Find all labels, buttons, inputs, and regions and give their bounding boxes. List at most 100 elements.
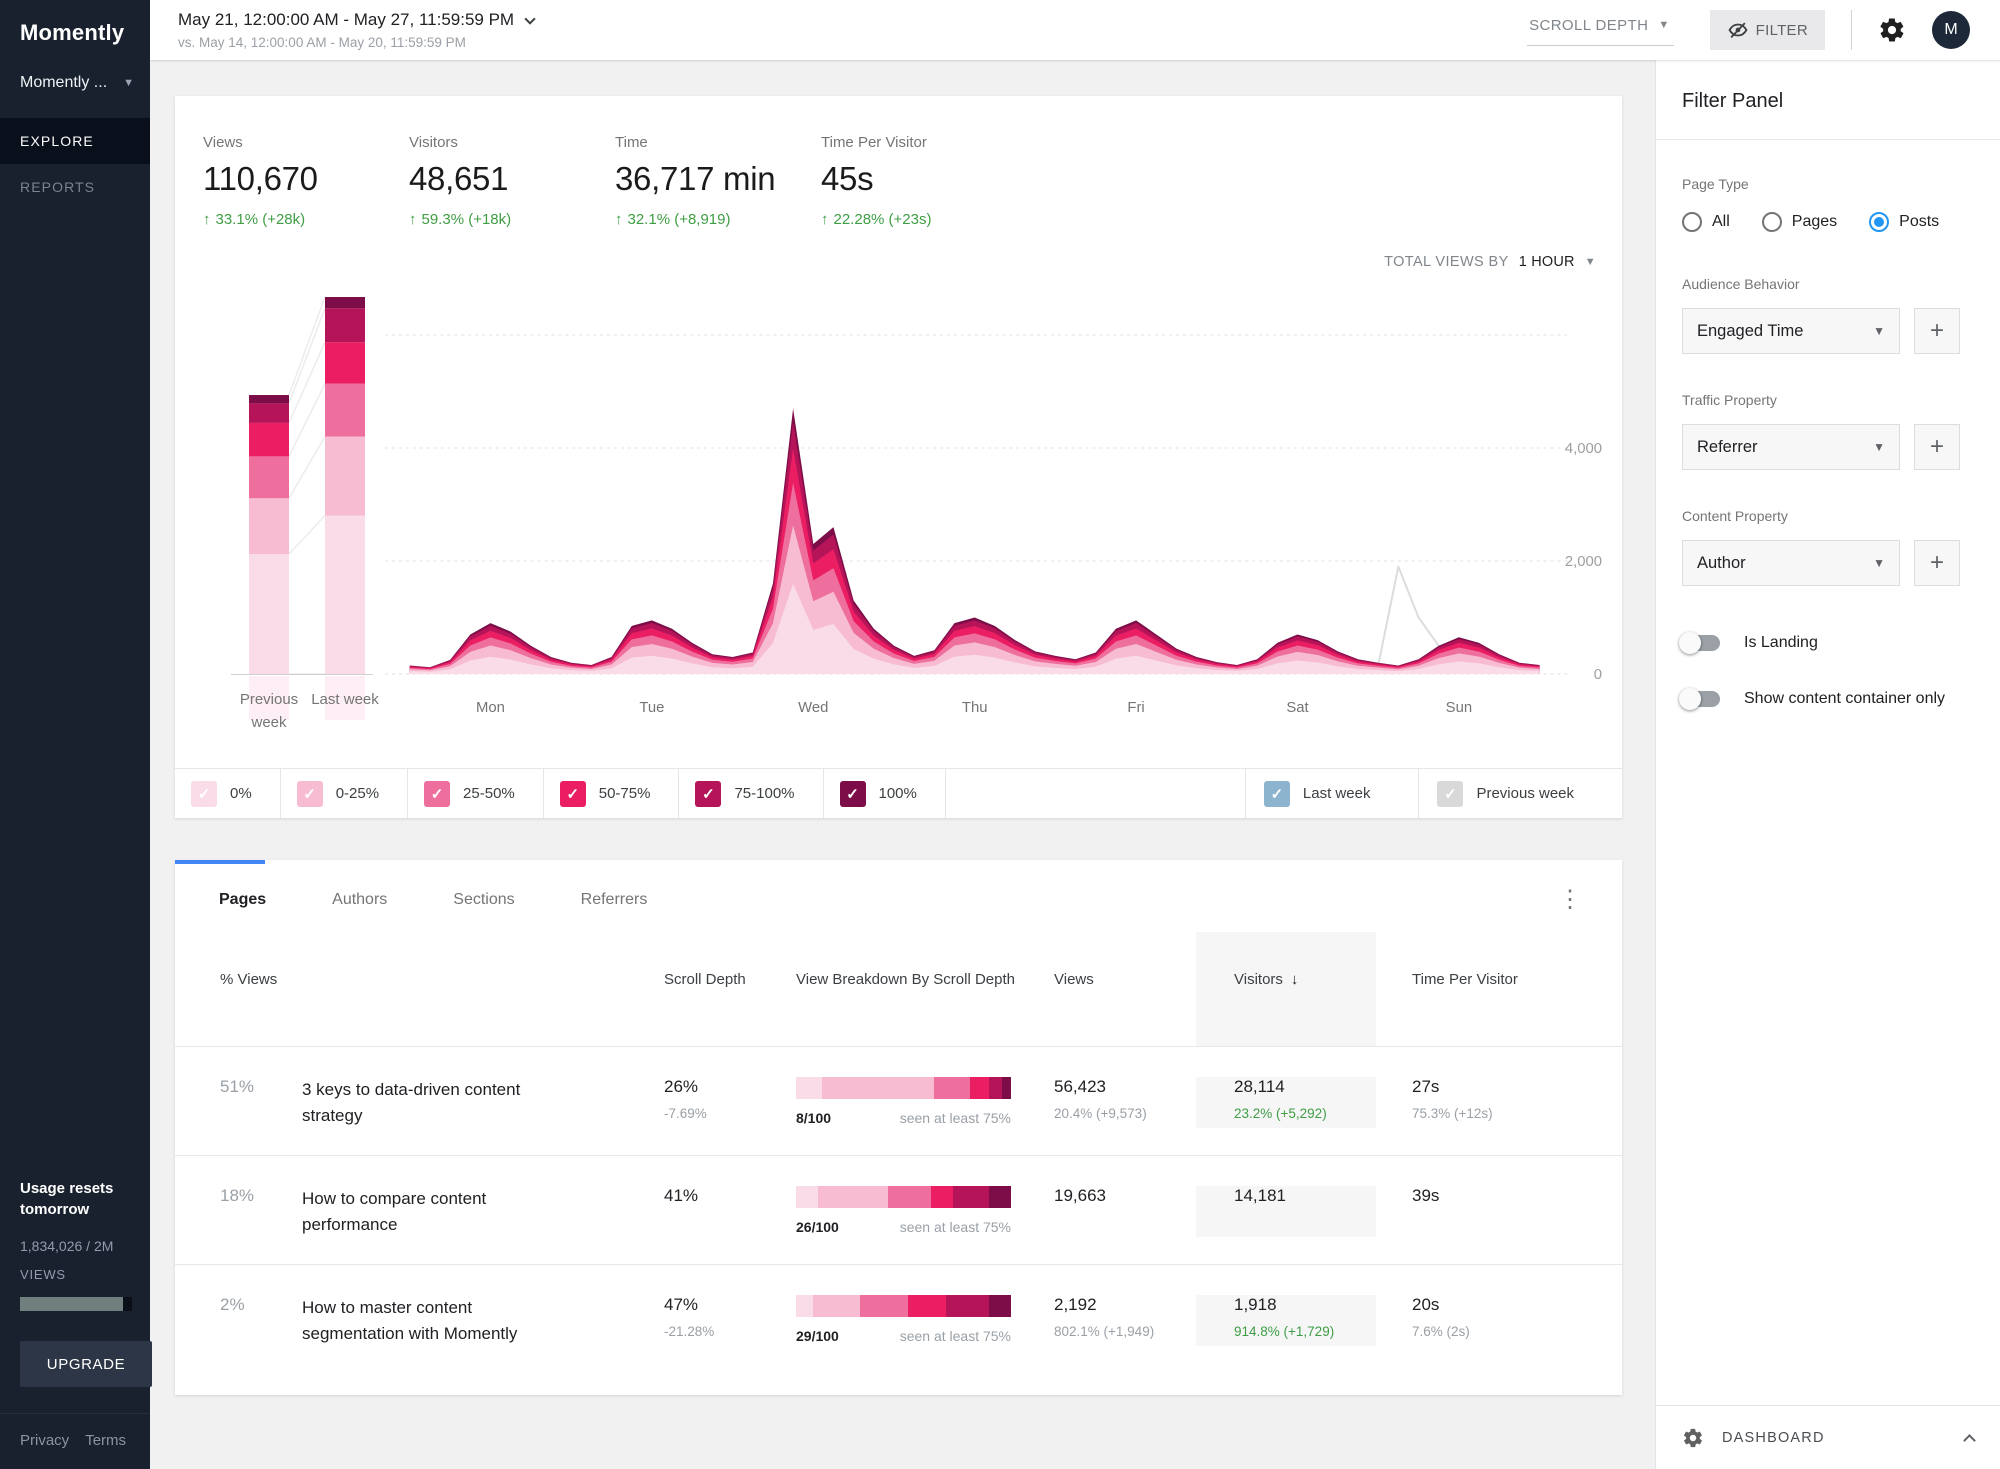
col-header-views[interactable]: % Views	[175, 932, 302, 1046]
table-row[interactable]: 51%3 keys to data-driven content strateg…	[175, 1046, 1622, 1155]
sidebar-item-explore[interactable]: EXPLORE	[0, 118, 150, 164]
select-traffic-property[interactable]: Referrer▼	[1682, 424, 1900, 470]
select-audience-behavior[interactable]: Engaged Time▼	[1682, 308, 1900, 354]
dashboard-button[interactable]: DASHBOARD	[1656, 1405, 2000, 1469]
up-arrow-icon: ↑	[615, 211, 623, 228]
select-content-property[interactable]: Author▼	[1682, 540, 1900, 586]
col-header-title	[302, 932, 620, 1046]
granularity-selector[interactable]: TOTAL VIEWS BY 1 HOUR ▼	[175, 254, 1622, 270]
sidebar-footer: Privacy Terms	[0, 1414, 150, 1469]
table-header: % Views Scroll Depth View Breakdown By Scr…	[175, 932, 1622, 1046]
views-value: 19,663	[1054, 1186, 1196, 1206]
checkbox-25-50[interactable]: ✓	[424, 781, 450, 807]
checkbox-75-100[interactable]: ✓	[695, 781, 721, 807]
page-title-link[interactable]: How to master content segmentation with …	[302, 1295, 620, 1346]
bar-segment-0	[796, 1295, 813, 1317]
toggle-show-content-container-only[interactable]	[1682, 691, 1720, 707]
checkbox-100[interactable]: ✓	[840, 781, 866, 807]
footer-link-terms[interactable]: Terms	[85, 1432, 126, 1449]
tab-pages[interactable]: Pages	[219, 891, 266, 909]
scroll-depth-value: 41%	[664, 1186, 760, 1206]
toggle-row-is-landing: Is Landing	[1682, 634, 1974, 652]
stat-change-text: 32.1% (+8,919)	[628, 211, 731, 228]
col-header-scroll-depth[interactable]: Scroll Depth	[620, 932, 760, 1046]
col-header-label: Scroll Depth	[664, 971, 746, 988]
add-filter-button[interactable]: +	[1914, 540, 1960, 586]
radio-all[interactable]: All	[1682, 212, 1730, 232]
checkbox-0-25[interactable]: ✓	[297, 781, 323, 807]
svg-text:Wed: Wed	[798, 699, 828, 716]
svg-text:2,000: 2,000	[1565, 553, 1602, 570]
col-header-view-breakdown-by-scroll-depth[interactable]: View Breakdown By Scroll Depth	[760, 932, 1018, 1046]
sidebar-item-reports[interactable]: REPORTS	[0, 164, 150, 210]
date-range-selector[interactable]: May 21, 12:00:00 AM - May 27, 11:59:59 P…	[178, 10, 534, 30]
select-value: Engaged Time	[1697, 322, 1803, 341]
upgrade-button[interactable]: UPGRADE	[20, 1341, 152, 1387]
workspace-selector[interactable]: Momently ... ▼	[20, 74, 134, 92]
svg-text:Sat: Sat	[1286, 699, 1309, 716]
bar-segment-50-75	[908, 1295, 947, 1317]
stat-label: Visitors	[409, 134, 615, 151]
footer-link-privacy[interactable]: Privacy	[20, 1432, 69, 1449]
tab-authors[interactable]: Authors	[332, 891, 387, 909]
legend-label: 0-25%	[336, 785, 379, 802]
stat-change: ↑22.28% (+23s)	[821, 211, 1027, 228]
page-title-link[interactable]: 3 keys to data-driven content strategy	[302, 1077, 620, 1128]
tab-sections[interactable]: Sections	[453, 891, 514, 909]
col-header-time-per-visitor[interactable]: Time Per Visitor	[1376, 932, 1622, 1046]
avatar[interactable]: M	[1932, 11, 1970, 49]
active-tab-indicator	[175, 860, 265, 864]
weekly-stacked-bar-chart: PreviousweekLast week	[175, 274, 385, 744]
bar-segment-100	[989, 1186, 1011, 1208]
settings-gear-icon[interactable]	[1878, 16, 1906, 44]
chart-row: PreviousweekLast week 4,0002,0000MonTueW…	[175, 274, 1622, 744]
metric-selector[interactable]: SCROLL DEPTH ▼	[1527, 15, 1674, 46]
col-header-views[interactable]: Views	[1018, 932, 1196, 1046]
table-row[interactable]: 2%How to master content segmentation wit…	[175, 1264, 1622, 1373]
svg-text:week: week	[250, 714, 287, 731]
radio-pages[interactable]: Pages	[1762, 212, 1837, 232]
filter-group-label: Traffic Property	[1682, 392, 1974, 408]
seen-ratio: 29/100	[796, 1328, 839, 1344]
legend-item-0: ✓0%	[175, 769, 281, 818]
page-title-link[interactable]: How to compare content performance	[302, 1186, 620, 1237]
more-options-button[interactable]: ⋮	[1558, 888, 1582, 912]
tab-referrers[interactable]: Referrers	[581, 891, 648, 909]
time-per-visitor-cell: 27s75.3% (+12s)	[1376, 1077, 1622, 1128]
stat-label: Time Per Visitor	[821, 134, 1027, 151]
col-header-visitors[interactable]: Visitors↓	[1196, 932, 1376, 1046]
add-filter-button[interactable]: +	[1914, 308, 1960, 354]
bar-segment-25-50	[934, 1077, 971, 1099]
granularity-label: TOTAL VIEWS BY	[1384, 254, 1509, 270]
filter-toggle-button[interactable]: FILTER	[1710, 10, 1825, 50]
toggle-is-landing[interactable]	[1682, 635, 1720, 651]
chevron-up-icon	[1963, 1434, 1976, 1447]
checkbox-last-week[interactable]: ✓	[1264, 781, 1290, 807]
chevron-down-icon: ▼	[1585, 256, 1596, 268]
time-per-visitor-value: 39s	[1412, 1186, 1622, 1206]
radio-posts[interactable]: Posts	[1869, 212, 1939, 232]
stat-change-text: 59.3% (+18k)	[422, 211, 512, 228]
radio-icon	[1682, 212, 1702, 232]
checkbox-50-75[interactable]: ✓	[560, 781, 586, 807]
svg-text:Fri: Fri	[1127, 699, 1144, 716]
dashboard-label: DASHBOARD	[1722, 1430, 1825, 1446]
col-header-label: Time Per Visitor	[1412, 971, 1518, 988]
checkbox-previous-week[interactable]: ✓	[1437, 781, 1463, 807]
bar-segment-50-75	[931, 1186, 953, 1208]
table-row[interactable]: 18%How to compare content performance41%…	[175, 1155, 1622, 1264]
filter-group-audience-behavior: Audience BehaviorEngaged Time▼+	[1682, 276, 1974, 354]
eye-off-icon	[1727, 19, 1749, 41]
col-header-label: View Breakdown By Scroll Depth	[796, 971, 1015, 988]
granularity-value: 1 HOUR	[1519, 254, 1575, 270]
time-per-visitor-cell: 39s	[1376, 1186, 1622, 1237]
toggle-knob	[1679, 632, 1701, 654]
filter-toggles: Is LandingShow content container only	[1682, 634, 1974, 708]
top-bar: May 21, 12:00:00 AM - May 27, 11:59:59 P…	[150, 0, 2000, 60]
svg-text:Tue: Tue	[639, 699, 664, 716]
filter-group-content-property: Content PropertyAuthor▼+	[1682, 508, 1974, 586]
add-filter-button[interactable]: +	[1914, 424, 1960, 470]
checkbox-0[interactable]: ✓	[191, 781, 217, 807]
stat-change-text: 22.28% (+23s)	[834, 211, 932, 228]
views-percent: 2%	[175, 1295, 302, 1346]
